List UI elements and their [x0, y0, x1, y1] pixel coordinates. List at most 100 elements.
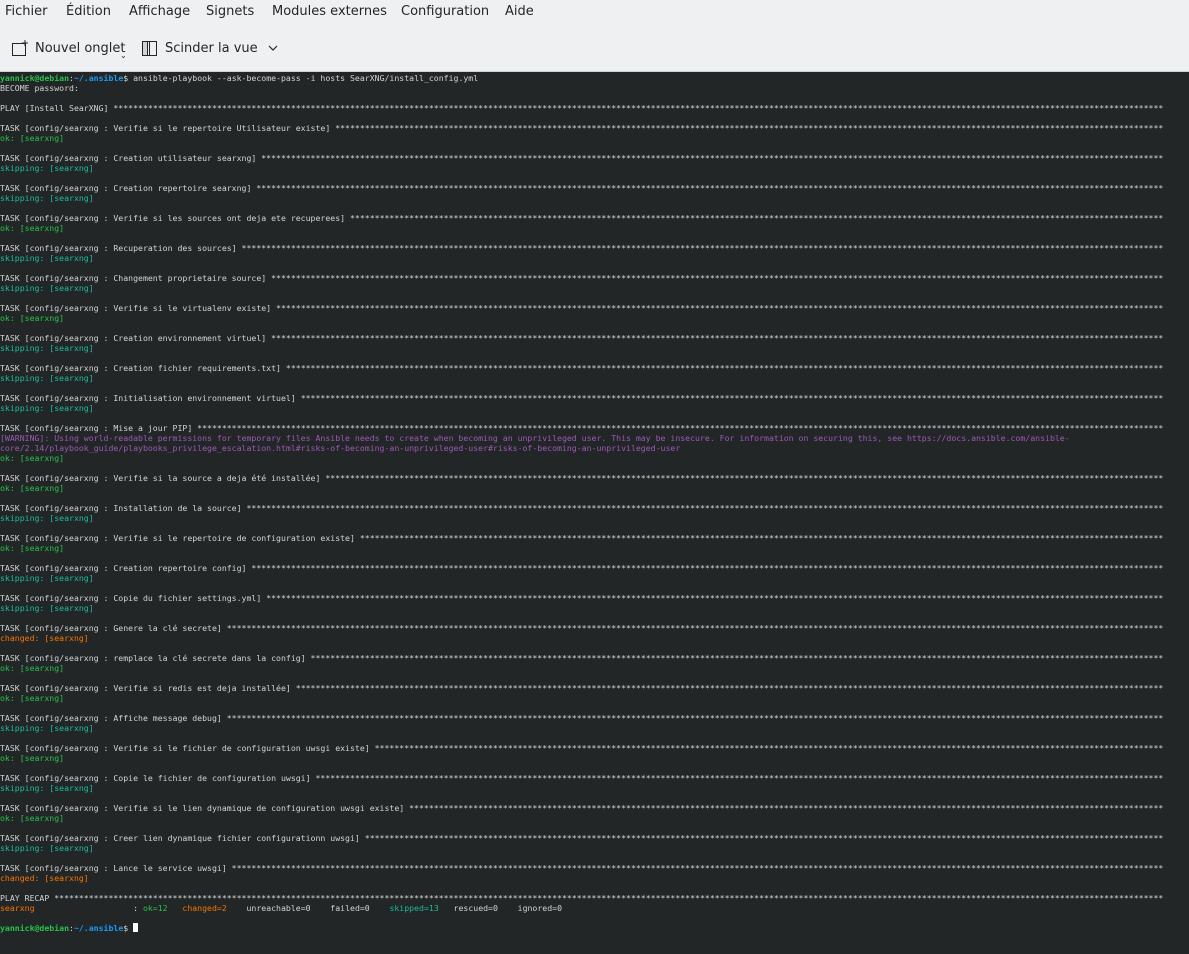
play-recap-row: searxng : ok=12 changed=2 unreachable=0 … [0, 903, 562, 913]
task-header: TASK [config/searxng : Creation repertoi… [0, 563, 1163, 573]
task-header-text: TASK [config/searxng : Changement propri… [0, 273, 267, 283]
banner-stars: ****************************************… [266, 273, 1164, 283]
terminal-view[interactable]: yannick@debian:~/.ansible$ ansible-playb… [0, 72, 1189, 954]
task-header-text: TASK [config/searxng : Affiche message d… [0, 713, 222, 723]
task-status-text: skipping: [searxng] [0, 843, 94, 853]
task-header: TASK [config/searxng : Changement propri… [0, 273, 1163, 283]
menu-configuration[interactable]: Configuration [401, 4, 489, 20]
menu-aide[interactable]: Aide [505, 4, 534, 20]
command-line: yannick@debian:~/.ansible$ ansible-playb… [0, 73, 478, 83]
task-status-text: skipping: [searxng] [0, 783, 94, 793]
task-header-text: TASK [config/searxng : Verifie si la sou… [0, 473, 321, 483]
chevron-down-icon[interactable] [268, 45, 278, 52]
task-header: TASK [config/searxng : Verifie si le vir… [0, 303, 1163, 313]
task-status-text: skipping: [searxng] [0, 193, 94, 203]
recap-ok: ok=12 [142, 903, 183, 913]
banner-stars: ****************************************… [241, 503, 1164, 513]
new-tab-button[interactable]: Nouvel onglet ⌄ [11, 37, 127, 60]
task-status: skipping: [searxng] [0, 843, 94, 853]
task-status-text: skipping: [searxng] [0, 723, 94, 733]
banner-stars: ****************************************… [359, 833, 1164, 843]
banner-stars: ****************************************… [354, 533, 1164, 543]
task-header: TASK [config/searxng : Copie le fichier … [0, 773, 1163, 783]
task-status: ok: [searxng] [0, 693, 64, 703]
task-status-text: ok: [searxng] [0, 543, 65, 553]
task-header-text: TASK [config/searxng : Installation de l… [0, 503, 242, 513]
play-header: PLAY [Install SearXNG] *****************… [0, 103, 1163, 113]
task-status-text: ok: [searxng] [0, 483, 65, 493]
task-status-text: ok: [searxng] [0, 223, 65, 233]
recap-rescued: rescued=0 [453, 903, 518, 913]
task-header-text: TASK [config/searxng : remplace la clé s… [0, 653, 306, 663]
task-header-text: TASK [config/searxng : Verifie si le fic… [0, 743, 370, 753]
banner-stars: ****************************************… [369, 743, 1164, 753]
prompt-path: ~/.ansible [73, 923, 124, 933]
task-status: ok: [searxng] [0, 483, 64, 493]
task-header: TASK [config/searxng : remplace la clé s… [0, 653, 1163, 663]
task-status: skipping: [searxng] [0, 163, 94, 173]
banner-stars: ****************************************… [49, 893, 1164, 903]
text-cursor [133, 923, 139, 932]
warning-line: core/2.14/playbook_guide/playbooks_privi… [0, 443, 680, 453]
banner-stars: ****************************************… [310, 773, 1164, 783]
play-recap-header: PLAY RECAP *****************************… [0, 893, 1163, 903]
recap-failed: failed=0 [330, 903, 390, 913]
task-header-text: TASK [config/searxng : Creer lien dynami… [0, 833, 360, 843]
task-status-text: skipping: [searxng] [0, 603, 94, 613]
task-header-text: TASK [config/searxng : Genere la clé sec… [0, 623, 222, 633]
recap-unreachable: unreachable=0 [246, 903, 331, 913]
banner-stars: ****************************************… [330, 123, 1164, 133]
menu-modules-externes[interactable]: Modules externes [272, 4, 387, 20]
recap-host: searxng [0, 903, 134, 913]
new-tab-menu-indicator-icon: ⌄ [120, 51, 127, 60]
banner-stars: ****************************************… [226, 863, 1164, 873]
recap-ignored: ignored=0 [517, 903, 563, 913]
toolbar: Nouvel onglet ⌄ Scinder la vue [0, 24, 1189, 72]
become-password-prompt: BECOME password: [0, 83, 79, 93]
banner-stars: ****************************************… [261, 593, 1164, 603]
task-status: ok: [searxng] [0, 133, 64, 143]
prompt-user: yannick@debian [0, 923, 70, 933]
task-header-text: TASK [config/searxng : Recuperation des … [0, 243, 237, 253]
task-header: TASK [config/searxng : Creer lien dynami… [0, 833, 1163, 843]
banner-stars: ****************************************… [305, 653, 1164, 663]
task-header: TASK [config/searxng : Verifie si le lie… [0, 803, 1163, 813]
menu-fichier[interactable]: Fichier [5, 4, 48, 20]
banner-stars: ****************************************… [280, 363, 1164, 373]
task-header-text: TASK [config/searxng : Lance le service … [0, 863, 227, 873]
new-tab-icon [11, 39, 29, 57]
task-header: TASK [config/searxng : Creation environn… [0, 333, 1163, 343]
task-status: skipping: [searxng] [0, 253, 94, 263]
task-status-text: ok: [searxng] [0, 453, 65, 463]
menu-edition[interactable]: Édition [66, 4, 111, 20]
task-header: TASK [config/searxng : Verifie si la sou… [0, 473, 1163, 483]
task-header-text: TASK [config/searxng : Verifie si le vir… [0, 303, 272, 313]
banner-stars: ****************************************… [246, 563, 1164, 573]
menu-signets[interactable]: Signets [206, 4, 254, 20]
final-prompt: yannick@debian:~/.ansible$ [0, 923, 139, 933]
task-header: TASK [config/searxng : Creation fichier … [0, 363, 1163, 373]
task-status-text: skipping: [searxng] [0, 513, 94, 523]
task-status-text: ok: [searxng] [0, 133, 65, 143]
menu-bar: Fichier Édition Affichage Signets Module… [0, 0, 1189, 24]
task-status: skipping: [searxng] [0, 573, 94, 583]
task-status: ok: [searxng] [0, 753, 64, 763]
task-header-text: TASK [config/searxng : Verifie si le rep… [0, 123, 331, 133]
task-header-text: TASK [config/searxng : Verifie si redis … [0, 683, 291, 693]
banner-stars: ****************************************… [256, 153, 1164, 163]
become-password-text: BECOME password: [0, 83, 79, 93]
banner-stars: ****************************************… [266, 333, 1164, 343]
task-status-text: ok: [searxng] [0, 813, 65, 823]
task-status: skipping: [searxng] [0, 513, 94, 523]
task-header-text: TASK [config/searxng : Copie le fichier … [0, 773, 311, 783]
split-view-button[interactable]: Scinder la vue [141, 37, 278, 59]
task-header-text: TASK [config/searxng : Mise a jour PIP] [0, 423, 193, 433]
task-header: TASK [config/searxng : Mise a jour PIP] … [0, 423, 1163, 433]
menu-affichage[interactable]: Affichage [129, 4, 190, 20]
recap-colon: : [133, 903, 143, 913]
play-recap-header-text: PLAY RECAP [0, 893, 50, 903]
task-header: TASK [config/searxng : Genere la clé sec… [0, 623, 1163, 633]
new-tab-label: Nouvel onglet [35, 40, 126, 56]
task-status: changed: [searxng] [0, 633, 89, 643]
warning-text: core/2.14/playbook_guide/playbooks_privi… [0, 443, 681, 453]
